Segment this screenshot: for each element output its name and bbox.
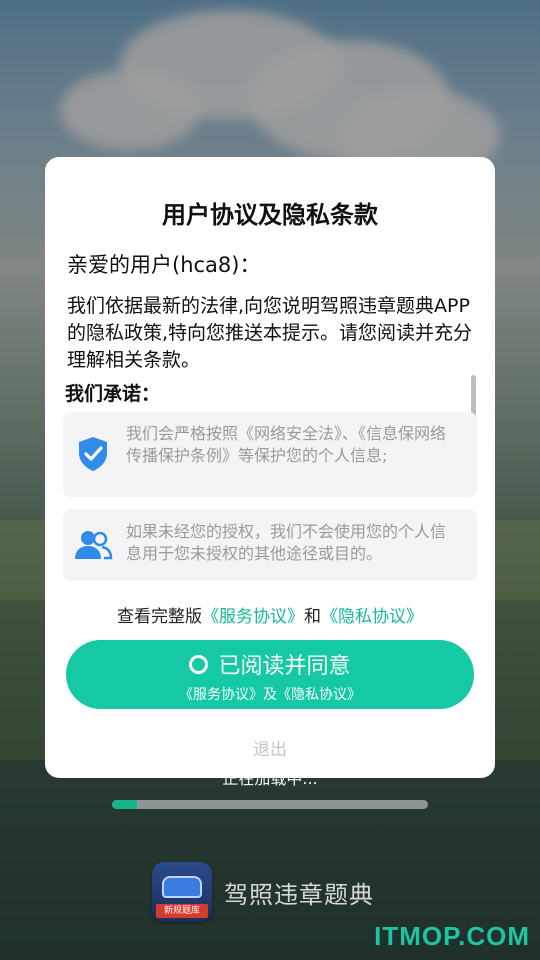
watermark: ITMOP.COM	[374, 921, 530, 951]
users-icon	[73, 525, 113, 565]
promise-text-law: 我们会严格按照《网络安全法》、《信息保网络传播保护条例》等保护您的个人信息;	[126, 424, 447, 465]
exit-button[interactable]: 退出	[45, 735, 495, 760]
privacy-dialog: 用户协议及隐私条款 亲爱的用户(hca8)： 我们依据最新的法律,向您说明驾照违…	[45, 157, 495, 778]
app-brand: 新规题库 驾照违章题典	[152, 862, 374, 922]
agree-button[interactable]: 已阅读并同意 《服务协议》及《隐私协议》	[66, 640, 474, 709]
promise-card-law: 我们会严格按照《网络安全法》、《信息保网络传播保护条例》等保护您的个人信息;	[63, 412, 477, 497]
dialog-title: 用户协议及隐私条款	[162, 201, 378, 229]
promise-title: 我们承诺：	[65, 383, 161, 405]
radio-circle-icon	[189, 654, 209, 674]
intro-text: 我们依据最新的法律,向您说明驾照违章题典APP的隐私政策,特向您推送本提示。请您…	[67, 295, 473, 371]
promise-text-authorization: 如果未经您的授权，我们不会使用您的个人信息用于您未授权的其他途径或目的。	[126, 522, 447, 563]
links-prefix: 查看完整版	[117, 607, 202, 627]
agree-label: 已阅读并同意	[218, 654, 351, 679]
agree-sublabel: 《服务协议》及《隐私协议》	[179, 687, 361, 703]
loading-progress-fill	[112, 800, 138, 809]
service-agreement-link[interactable]: 《服务协议》	[202, 607, 304, 627]
app-logo-icon: 新规题库	[152, 862, 212, 922]
links-and: 和	[304, 607, 321, 627]
shield-check-icon	[73, 434, 113, 474]
greeting-text: 亲爱的用户(hca8)：	[67, 253, 261, 277]
agreement-links: 查看完整版《服务协议》和《隐私协议》	[45, 602, 495, 627]
privacy-agreement-link[interactable]: 《隐私协议》	[321, 607, 423, 627]
promise-card-authorization: 如果未经您的授权，我们不会使用您的个人信息用于您未授权的其他途径或目的。	[63, 509, 477, 581]
loading-progress-bar	[112, 800, 428, 809]
app-name: 驾照违章题典	[224, 880, 374, 909]
